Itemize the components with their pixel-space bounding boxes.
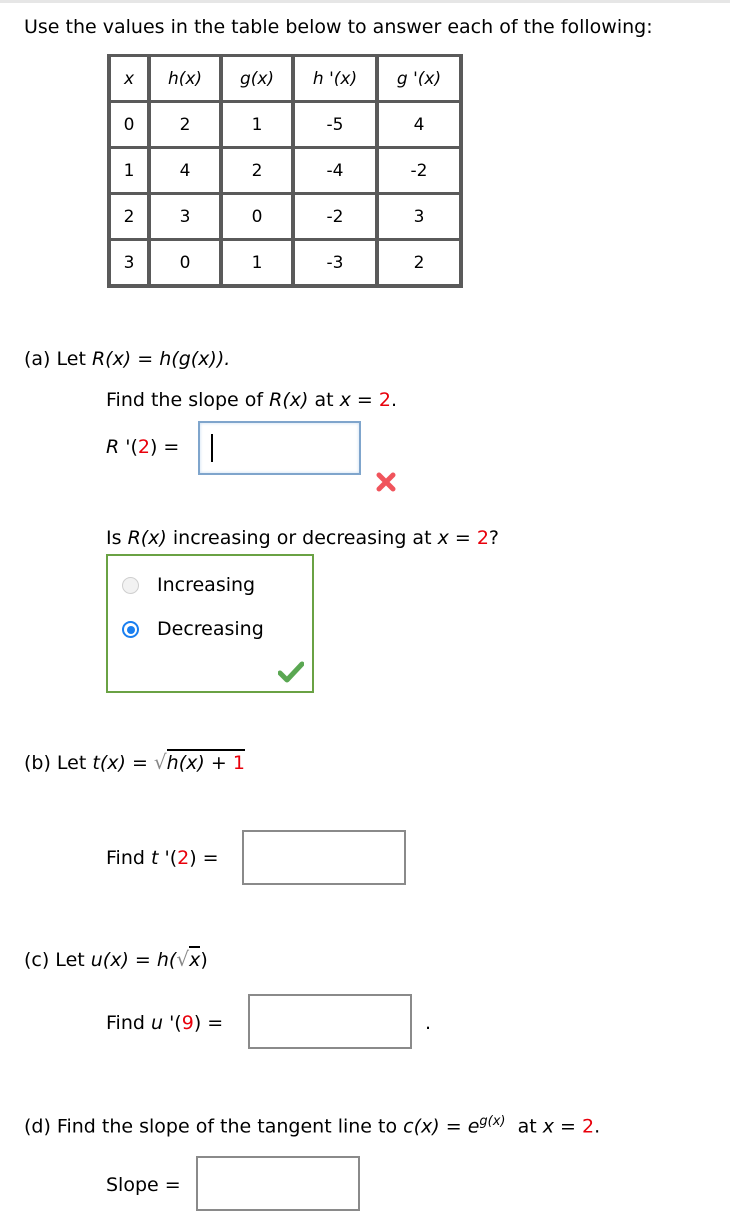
text-caret xyxy=(211,434,213,462)
part-a-answer-label: R '(2) = xyxy=(106,436,180,458)
header-cell: x xyxy=(109,56,149,102)
values-table: x h(x) g(x) h '(x) g '(x) 0 2 1 -5 4 1 4… xyxy=(107,54,463,288)
incorrect-x-icon xyxy=(376,472,396,492)
trailing-period: . xyxy=(425,1012,432,1034)
cell: 1 xyxy=(221,240,293,286)
header-cell: g '(x) xyxy=(377,56,461,102)
cell: -4 xyxy=(293,148,377,194)
increasing-decreasing-choices: Increasing Decreasing xyxy=(106,554,314,693)
cell: 2 xyxy=(149,102,221,148)
header-cell: h '(x) xyxy=(293,56,377,102)
cell: 2 xyxy=(377,240,461,286)
header-cell: g(x) xyxy=(221,56,293,102)
table-row: 0 2 1 -5 4 xyxy=(109,102,461,148)
correct-check-icon xyxy=(278,661,304,683)
slope-label: Slope = xyxy=(106,1174,181,1196)
cell: -2 xyxy=(377,148,461,194)
radicand: h(x) + 1 xyxy=(166,749,245,774)
cell: 0 xyxy=(221,194,293,240)
radicand: x xyxy=(189,946,201,971)
cell: -3 xyxy=(293,240,377,286)
cell: 3 xyxy=(377,194,461,240)
slope-input[interactable] xyxy=(196,1156,360,1211)
cell: 4 xyxy=(377,102,461,148)
part-c-prompt: Find u '(9) = xyxy=(106,1012,224,1034)
part-a-question-2: Is R(x) increasing or decreasing at x = … xyxy=(106,527,500,549)
part-a-definition: (a) Let R(x) = h(g(x)). xyxy=(24,348,231,370)
part-b-prompt: Find t '(2) = xyxy=(106,847,219,869)
cell: 2 xyxy=(221,148,293,194)
cell: 4 xyxy=(149,148,221,194)
cell: -2 xyxy=(293,194,377,240)
header-cell: h(x) xyxy=(149,56,221,102)
cell: 1 xyxy=(221,102,293,148)
table-header-row: x h(x) g(x) h '(x) g '(x) xyxy=(109,56,461,102)
part-c-definition: (c) Let u(x) = h(√x) xyxy=(24,946,208,971)
sqrt-icon: √ xyxy=(153,750,167,774)
cell: 0 xyxy=(149,240,221,286)
u-prime-9-input[interactable] xyxy=(248,994,412,1049)
radio-selected[interactable] xyxy=(122,621,139,638)
radio-unselected[interactable] xyxy=(122,577,139,594)
cell: 3 xyxy=(149,194,221,240)
r-prime-2-input[interactable] xyxy=(198,421,361,475)
cell: 1 xyxy=(109,148,149,194)
t-prime-2-input[interactable] xyxy=(242,830,406,885)
cell: 3 xyxy=(109,240,149,286)
cell: 2 xyxy=(109,194,149,240)
table-row: 1 4 2 -4 -2 xyxy=(109,148,461,194)
instructions: Use the values in the table below to ans… xyxy=(24,16,653,38)
cell: 0 xyxy=(109,102,149,148)
option-label: Increasing xyxy=(157,574,256,596)
sqrt-icon: √ xyxy=(176,947,190,971)
part-b-definition: (b) Let t(x) = √h(x) + 1 xyxy=(24,749,245,774)
part-a-prompt: Find the slope of R(x) at x = 2. xyxy=(106,389,398,411)
cell: -5 xyxy=(293,102,377,148)
table-row: 2 3 0 -2 3 xyxy=(109,194,461,240)
option-label: Decreasing xyxy=(157,618,264,640)
part-d-prompt: (d) Find the slope of the tangent line t… xyxy=(24,1114,601,1138)
table-row: 3 0 1 -3 2 xyxy=(109,240,461,286)
top-divider xyxy=(0,0,730,3)
